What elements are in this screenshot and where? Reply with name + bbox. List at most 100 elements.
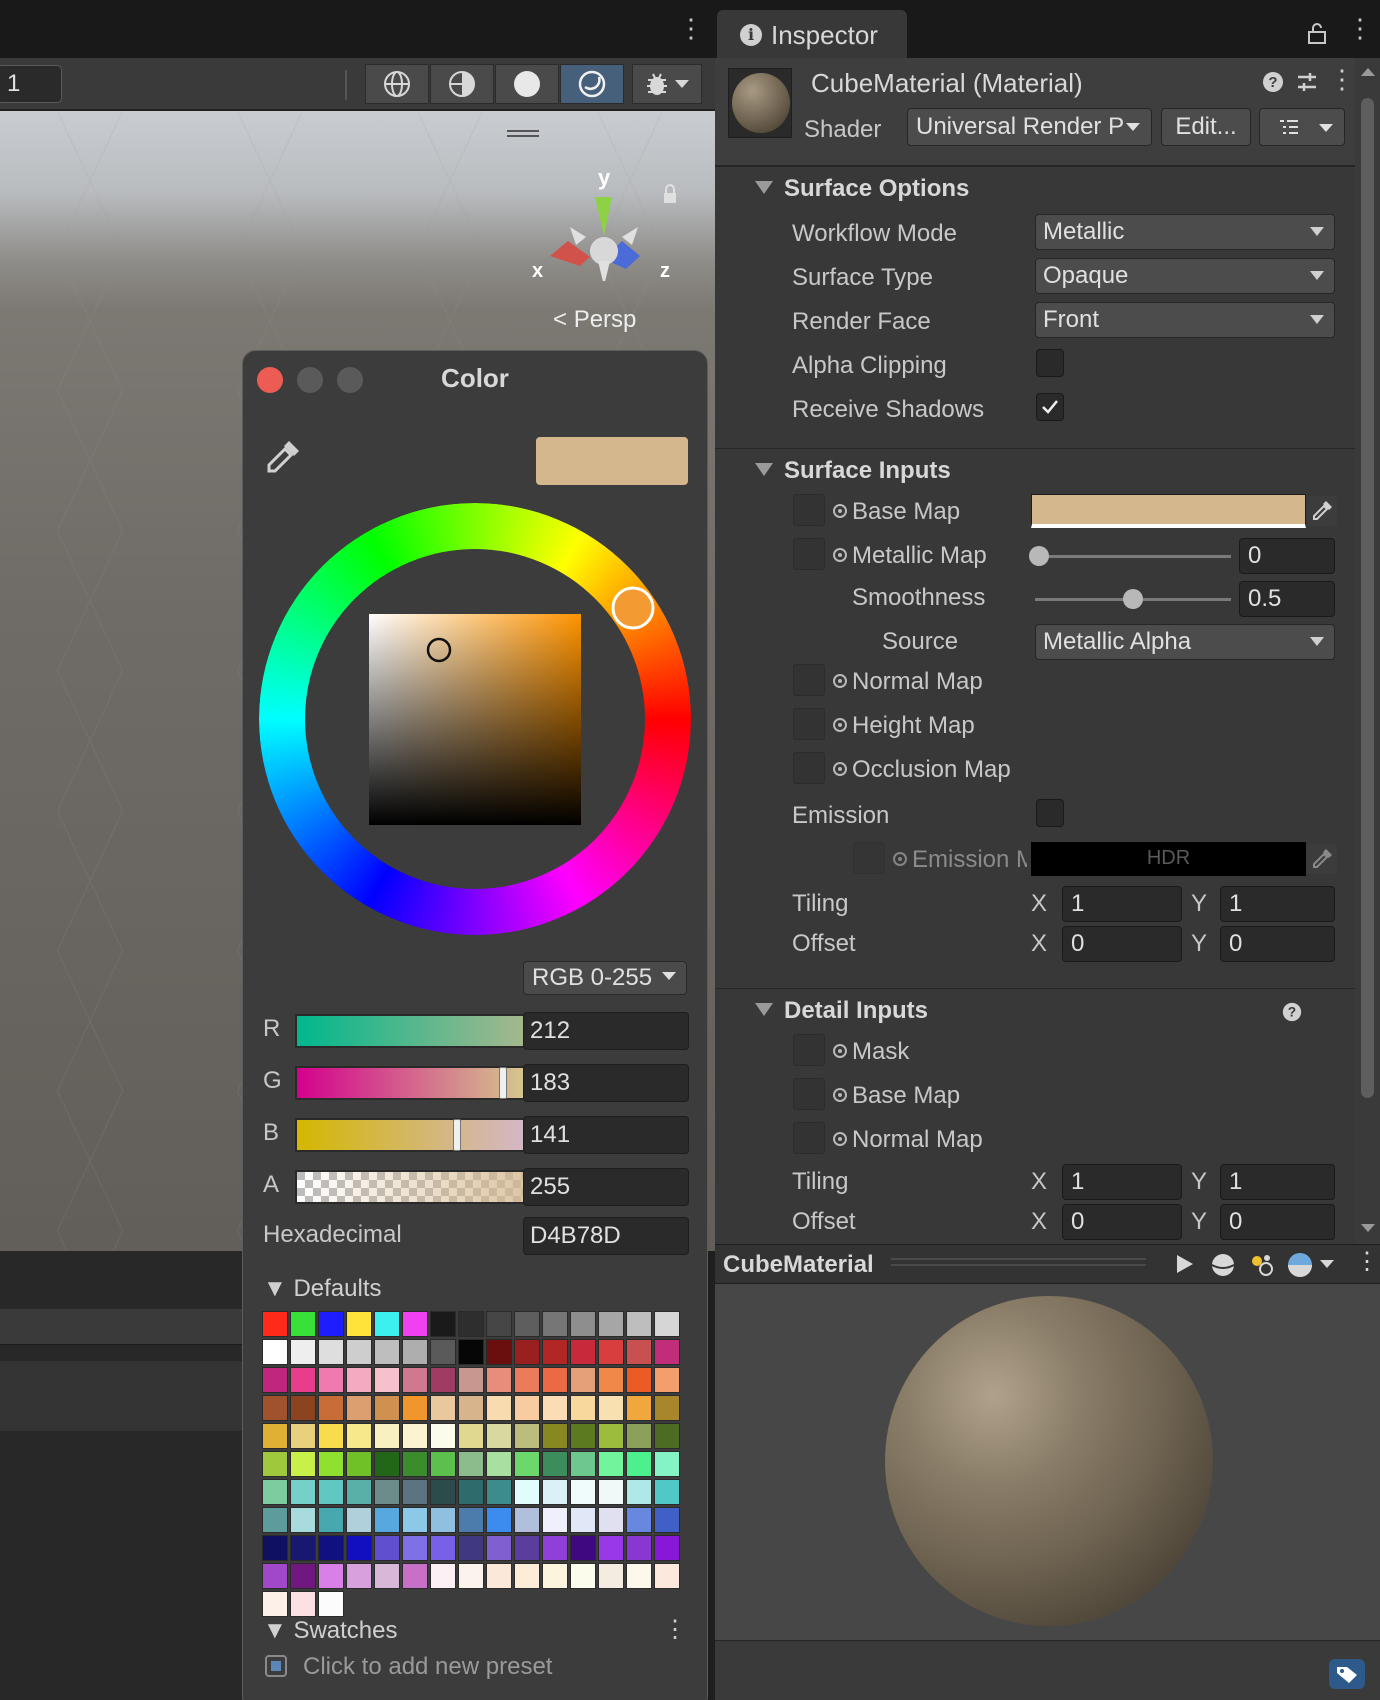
- default-swatch[interactable]: [430, 1367, 456, 1393]
- default-swatch[interactable]: [374, 1507, 400, 1533]
- preview-shape-icon[interactable]: [1285, 1251, 1315, 1279]
- default-swatch[interactable]: [262, 1451, 288, 1477]
- default-swatch[interactable]: [654, 1395, 680, 1421]
- preset-sliders-icon[interactable]: [1295, 70, 1319, 94]
- default-swatch[interactable]: [458, 1451, 484, 1477]
- default-swatch[interactable]: [318, 1367, 344, 1393]
- default-swatch[interactable]: [346, 1479, 372, 1505]
- offset-y-field[interactable]: 0: [1220, 926, 1335, 962]
- alpha-value-field[interactable]: 255: [523, 1168, 689, 1206]
- metallic-map-texture-slot[interactable]: [793, 538, 825, 570]
- metallic-slider[interactable]: [1035, 555, 1231, 558]
- color-window-titlebar[interactable]: Color: [243, 351, 707, 401]
- default-swatch[interactable]: [402, 1311, 428, 1337]
- default-swatch[interactable]: [262, 1479, 288, 1505]
- default-swatch[interactable]: [346, 1395, 372, 1421]
- default-swatch[interactable]: [458, 1395, 484, 1421]
- default-swatch[interactable]: [402, 1563, 428, 1589]
- default-swatch[interactable]: [290, 1535, 316, 1561]
- add-preset-button[interactable]: Click to add new preset: [303, 1653, 552, 1681]
- default-swatch[interactable]: [318, 1451, 344, 1477]
- default-swatch[interactable]: [654, 1367, 680, 1393]
- gizmo-neg-y[interactable]: [598, 261, 610, 281]
- gizmo-y-axis[interactable]: [595, 197, 612, 236]
- default-swatch[interactable]: [486, 1535, 512, 1561]
- default-swatch[interactable]: [514, 1311, 540, 1337]
- default-swatch[interactable]: [262, 1395, 288, 1421]
- occlusion-map-texture-slot[interactable]: [793, 752, 825, 784]
- default-swatch[interactable]: [290, 1507, 316, 1533]
- default-swatch[interactable]: [318, 1591, 344, 1617]
- default-swatch[interactable]: [486, 1395, 512, 1421]
- default-swatch[interactable]: [262, 1507, 288, 1533]
- default-swatch[interactable]: [486, 1423, 512, 1449]
- surface-options-header[interactable]: Surface Options: [715, 166, 1355, 208]
- wireframe-shading-button[interactable]: [365, 64, 429, 104]
- default-swatch[interactable]: [402, 1451, 428, 1477]
- eyedropper-icon[interactable]: [263, 437, 303, 477]
- default-swatch[interactable]: [542, 1451, 568, 1477]
- default-swatch[interactable]: [486, 1367, 512, 1393]
- default-swatch[interactable]: [486, 1339, 512, 1365]
- default-swatch[interactable]: [486, 1451, 512, 1477]
- detail-offset-x-field[interactable]: 0: [1062, 1204, 1182, 1240]
- default-swatch[interactable]: [570, 1367, 596, 1393]
- default-swatch[interactable]: [318, 1563, 344, 1589]
- detail-inputs-header[interactable]: Detail Inputs ?: [715, 988, 1355, 1030]
- default-swatch[interactable]: [374, 1311, 400, 1337]
- alpha-clipping-checkbox[interactable]: [1036, 349, 1064, 377]
- default-swatch[interactable]: [654, 1563, 680, 1589]
- default-swatch[interactable]: [514, 1563, 540, 1589]
- height-map-texture-slot[interactable]: [793, 708, 825, 740]
- default-swatch[interactable]: [486, 1311, 512, 1337]
- default-swatch[interactable]: [654, 1479, 680, 1505]
- render-face-dropdown[interactable]: Front: [1035, 302, 1335, 338]
- default-swatch[interactable]: [402, 1395, 428, 1421]
- detail-offset-y-field[interactable]: 0: [1220, 1204, 1335, 1240]
- default-swatch[interactable]: [458, 1367, 484, 1393]
- green-slider-thumb[interactable]: [499, 1067, 507, 1099]
- default-swatch[interactable]: [346, 1535, 372, 1561]
- default-swatch[interactable]: [290, 1395, 316, 1421]
- default-swatch[interactable]: [570, 1563, 596, 1589]
- default-swatch[interactable]: [598, 1367, 624, 1393]
- smoothness-source-dropdown[interactable]: Metallic Alpha: [1035, 624, 1335, 660]
- default-swatch[interactable]: [290, 1339, 316, 1365]
- default-swatch[interactable]: [542, 1423, 568, 1449]
- default-swatch[interactable]: [458, 1311, 484, 1337]
- color-mode-dropdown[interactable]: RGB 0-255: [523, 961, 687, 995]
- default-swatch[interactable]: [262, 1423, 288, 1449]
- default-swatch[interactable]: [542, 1367, 568, 1393]
- normal-map-texture-slot[interactable]: [793, 664, 825, 696]
- preview-more-menu-icon[interactable]: ⋮: [1355, 1247, 1379, 1276]
- default-swatch[interactable]: [654, 1535, 680, 1561]
- emission-map-texture-slot[interactable]: [853, 842, 885, 874]
- default-swatch[interactable]: [598, 1339, 624, 1365]
- default-swatch[interactable]: [262, 1311, 288, 1337]
- object-picker-icon[interactable]: [833, 1132, 847, 1146]
- green-value-field[interactable]: 183: [523, 1064, 689, 1102]
- default-swatch[interactable]: [318, 1339, 344, 1365]
- default-swatch[interactable]: [374, 1535, 400, 1561]
- default-swatch[interactable]: [374, 1423, 400, 1449]
- swatches-foldout[interactable]: ▼ Swatches: [263, 1617, 398, 1645]
- default-swatch[interactable]: [402, 1339, 428, 1365]
- blue-value-field[interactable]: 141: [523, 1116, 689, 1154]
- default-swatch[interactable]: [626, 1479, 652, 1505]
- default-swatch[interactable]: [290, 1563, 316, 1589]
- tag-icon[interactable]: [1329, 1659, 1365, 1689]
- default-swatch[interactable]: [626, 1367, 652, 1393]
- default-swatch[interactable]: [654, 1451, 680, 1477]
- detail-tiling-y-field[interactable]: 1: [1220, 1164, 1335, 1200]
- default-swatch[interactable]: [430, 1423, 456, 1449]
- default-swatch[interactable]: [542, 1479, 568, 1505]
- default-swatch[interactable]: [654, 1311, 680, 1337]
- default-swatch[interactable]: [318, 1395, 344, 1421]
- default-swatch[interactable]: [542, 1339, 568, 1365]
- default-swatch[interactable]: [402, 1479, 428, 1505]
- help-icon[interactable]: ?: [1261, 70, 1285, 94]
- scrollbar-thumb[interactable]: [1361, 98, 1374, 1098]
- shaded-button[interactable]: [495, 64, 559, 104]
- default-swatch[interactable]: [262, 1563, 288, 1589]
- default-swatch[interactable]: [570, 1535, 596, 1561]
